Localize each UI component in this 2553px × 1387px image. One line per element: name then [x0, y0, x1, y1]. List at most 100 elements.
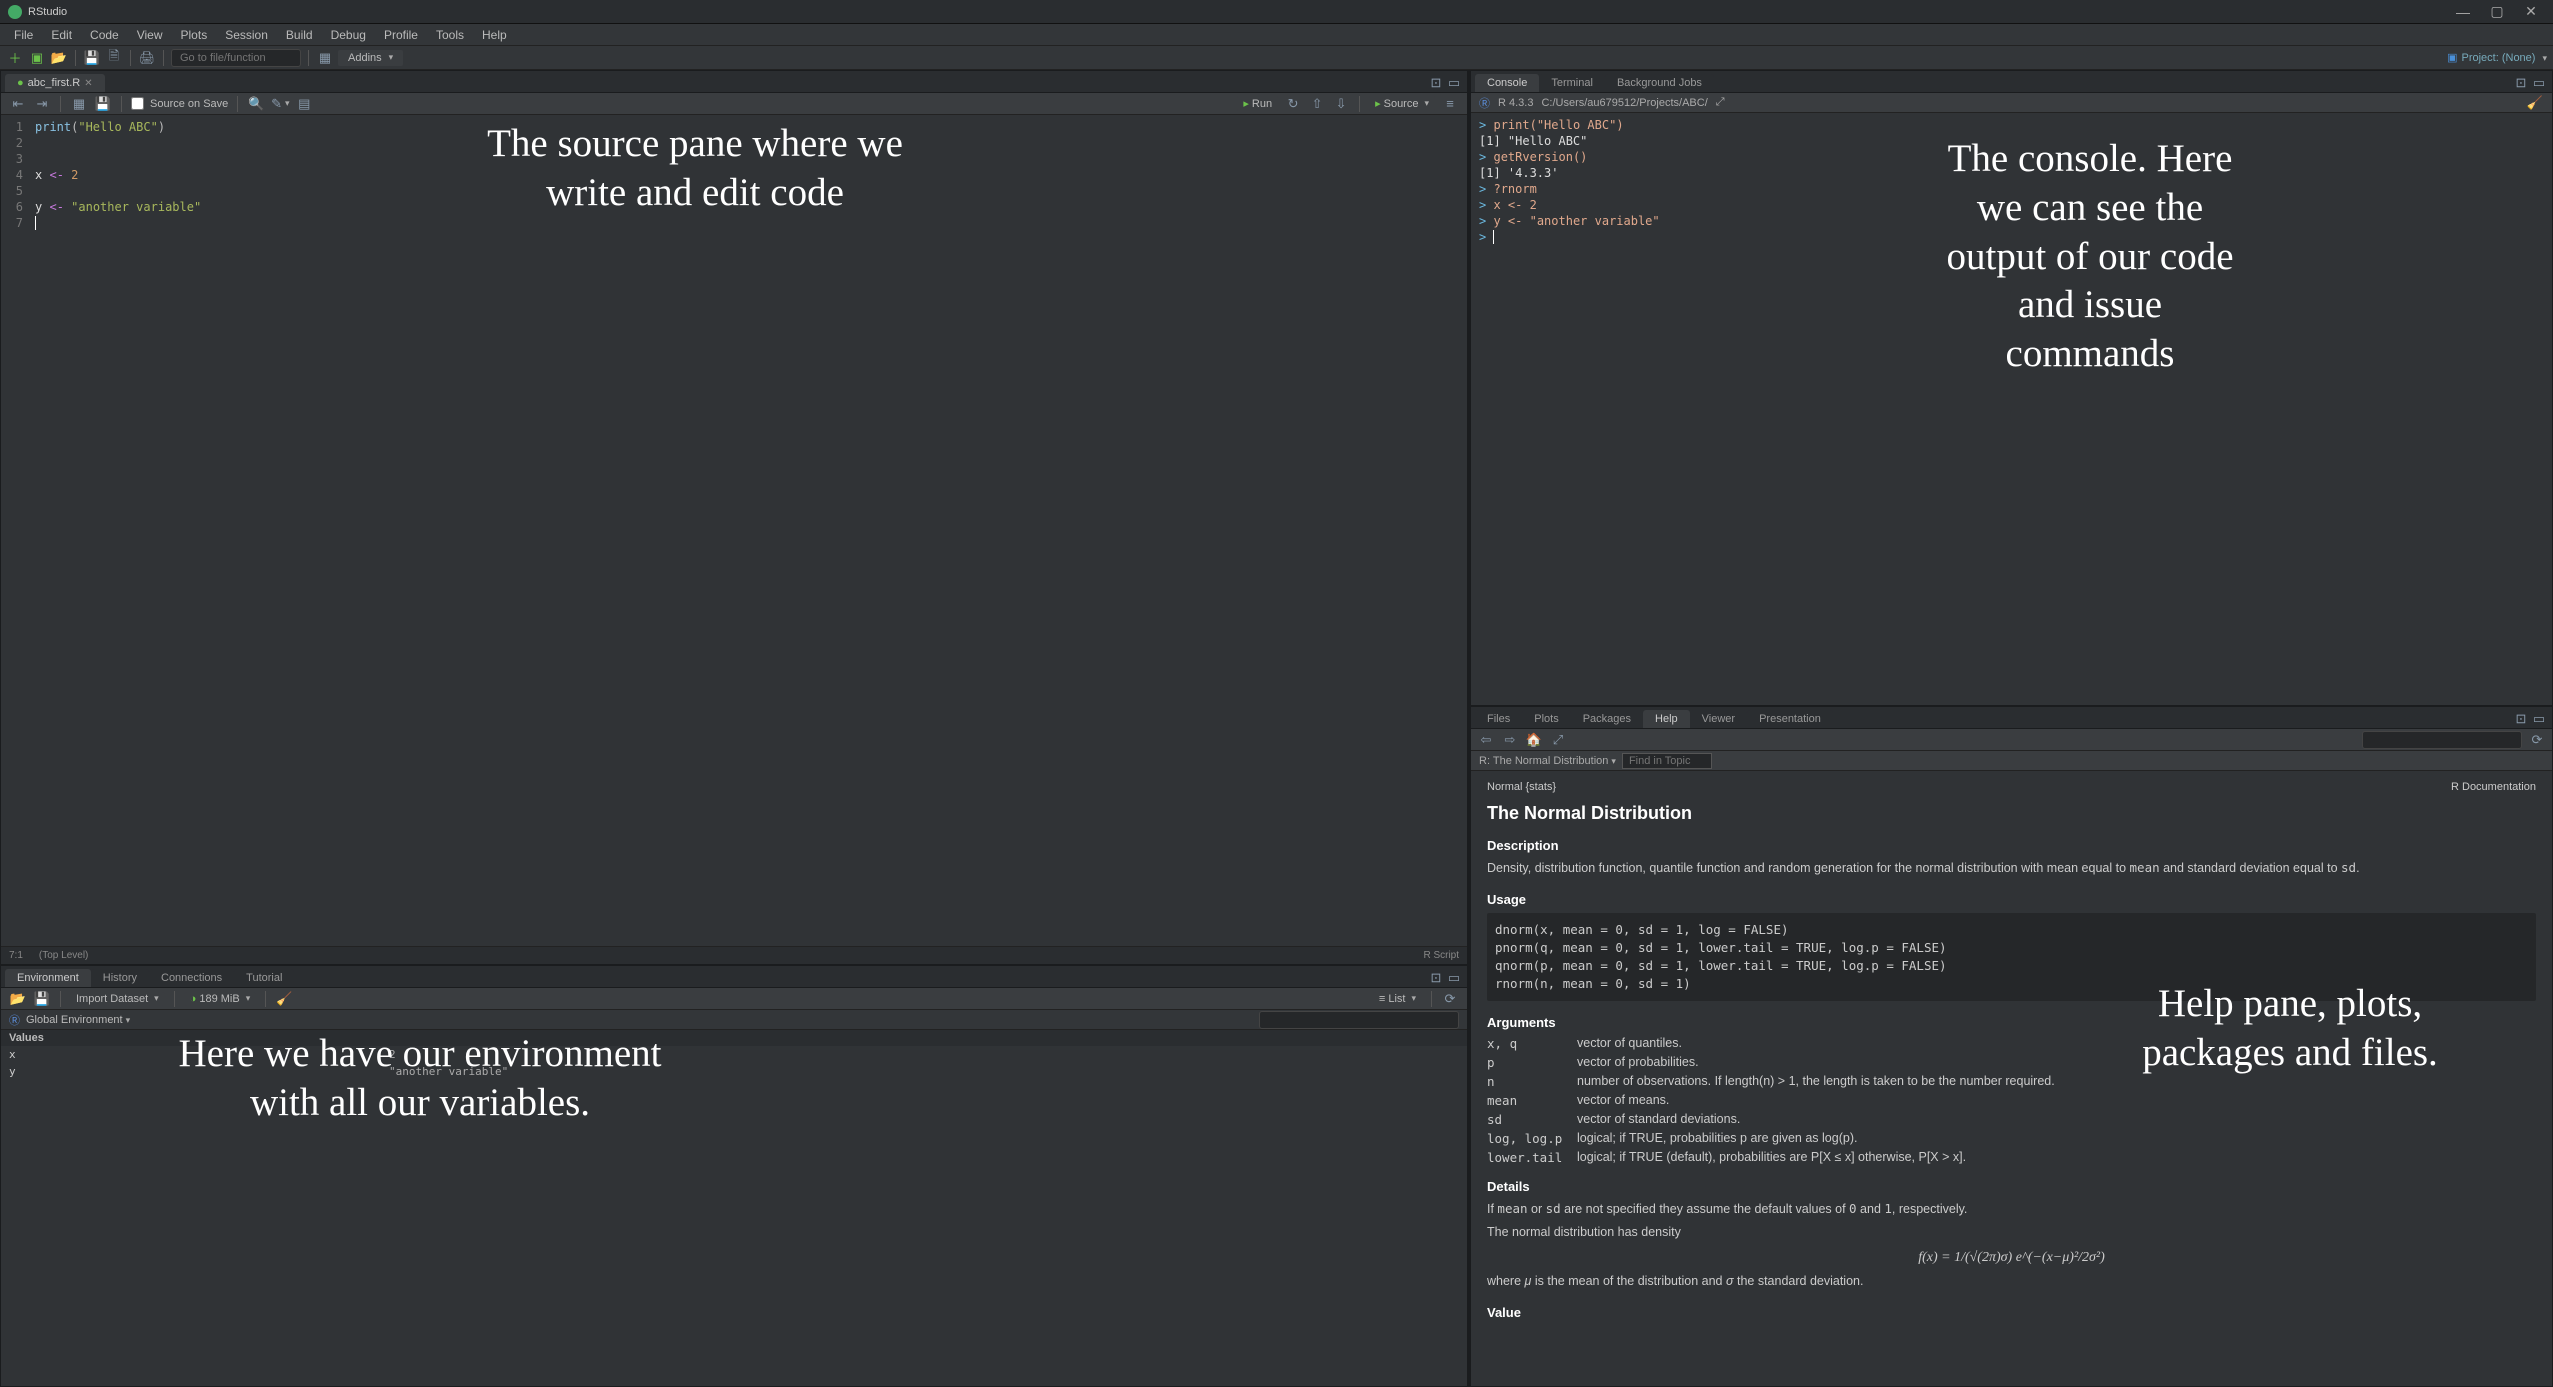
goto-file-input[interactable] [171, 49, 301, 67]
console-output[interactable]: > print("Hello ABC") [1] "Hello ABC" > g… [1471, 113, 2552, 705]
help-content[interactable]: Normal {stats} R Documentation The Norma… [1471, 771, 2552, 1386]
help-refresh-icon[interactable]: ⟳ [2528, 731, 2546, 749]
pane-collapse-icon[interactable]: ▭ [2530, 74, 2548, 92]
popout-icon[interactable]: ⤢ [1716, 96, 1725, 109]
minimize-button[interactable]: — [2457, 6, 2469, 18]
pane-zoom-icon[interactable]: ⊡ [2512, 710, 2530, 728]
menu-plots[interactable]: Plots [173, 26, 216, 44]
code-editor[interactable]: 1 2 3 4 5 6 7 print("Hello ABC") x <- 2 … [1, 115, 1467, 946]
txt: are not specified they assume the defaul… [1561, 1202, 1849, 1216]
tab-background-jobs[interactable]: Background Jobs [1605, 74, 1714, 92]
txt: the standard deviation. [1734, 1274, 1864, 1288]
help-crumb[interactable]: R: The Normal Distribution [1479, 755, 1616, 767]
details-p1: If mean or sd are not specified they ass… [1487, 1200, 2536, 1219]
menu-build[interactable]: Build [278, 26, 321, 44]
tab-tutorial[interactable]: Tutorial [234, 969, 294, 987]
broom-icon[interactable]: 🧹 [275, 990, 293, 1008]
pane-collapse-icon[interactable]: ▭ [2530, 710, 2548, 728]
menu-tools[interactable]: Tools [428, 26, 472, 44]
menu-profile[interactable]: Profile [376, 26, 426, 44]
save-workspace-icon[interactable]: 💾 [33, 990, 51, 1008]
tab-help[interactable]: Help [1643, 710, 1690, 728]
pane-collapse-icon[interactable]: ▭ [1445, 74, 1463, 92]
scope-select[interactable]: Global Environment [26, 1014, 130, 1026]
tok: <- [49, 168, 63, 182]
tok: x [35, 168, 42, 182]
save-all-icon[interactable]: 🗎 [105, 49, 123, 67]
help-forward-icon[interactable]: ⇨ [1501, 731, 1519, 749]
go-down-icon[interactable]: ⇩ [1332, 95, 1350, 113]
help-home-icon[interactable]: 🏠 [1525, 731, 1543, 749]
scope-label[interactable]: (Top Level) [39, 950, 88, 961]
wand-icon[interactable]: ✎ [271, 95, 289, 113]
menu-view[interactable]: View [129, 26, 171, 44]
code-inline: mean [1497, 1201, 1527, 1216]
menu-file[interactable]: File [6, 26, 41, 44]
menu-session[interactable]: Session [217, 26, 276, 44]
source-menu-button[interactable]: ▸ Source [1369, 96, 1435, 111]
go-up-icon[interactable]: ⇧ [1308, 95, 1326, 113]
open-file-icon[interactable]: 📂 [50, 49, 68, 67]
compile-icon[interactable]: ▤ [295, 95, 313, 113]
pane-collapse-icon[interactable]: ▭ [1445, 969, 1463, 987]
help-search-input[interactable] [2362, 731, 2522, 749]
pane-zoom-icon[interactable]: ⊡ [1427, 969, 1445, 987]
env-search-input[interactable] [1259, 1011, 1459, 1029]
rerun-icon[interactable]: ↻ [1284, 95, 1302, 113]
outline-icon[interactable]: ≡ [1441, 95, 1459, 113]
source-menu-label: Source [1384, 98, 1419, 110]
pane-zoom-icon[interactable]: ⊡ [1427, 74, 1445, 92]
menu-edit[interactable]: Edit [43, 26, 80, 44]
tab-presentation[interactable]: Presentation [1747, 710, 1833, 728]
env-row[interactable]: y "another variable" [1, 1063, 1467, 1080]
arg-desc: vector of means. [1577, 1093, 2536, 1108]
pane-zoom-icon[interactable]: ⊡ [2512, 74, 2530, 92]
print-icon[interactable]: 🖨 [138, 49, 156, 67]
tab-plots-right[interactable]: Plots [1522, 710, 1570, 728]
save-file-icon[interactable]: 💾 [94, 95, 112, 113]
project-button[interactable]: ▣ Project: (None) [2447, 51, 2547, 64]
load-icon[interactable]: 📂 [9, 990, 27, 1008]
new-file-icon[interactable]: ＋ [6, 49, 24, 67]
tab-viewer[interactable]: Viewer [1690, 710, 1747, 728]
show-in-new-icon[interactable]: ▦ [70, 95, 88, 113]
run-button[interactable]: ▸ Run [1237, 96, 1278, 111]
tab-environment[interactable]: Environment [5, 969, 91, 987]
grid-icon[interactable]: ▦ [316, 49, 334, 67]
code-area[interactable]: print("Hello ABC") x <- 2 y <- "another … [29, 115, 1467, 946]
help-back-icon[interactable]: ⇦ [1477, 731, 1495, 749]
view-mode-button[interactable]: ≡ List [1373, 992, 1422, 1006]
tab-console[interactable]: Console [1475, 74, 1539, 92]
tab-files[interactable]: Files [1475, 710, 1522, 728]
lang-label: R Script [1423, 950, 1459, 961]
tab-terminal[interactable]: Terminal [1539, 74, 1605, 92]
find-replace-icon[interactable]: 🔍 [247, 95, 265, 113]
r-logo-icon: Ⓡ [1479, 95, 1490, 111]
project-icon: ▣ [2447, 51, 2457, 64]
code-inline: sd [2341, 860, 2356, 875]
source-on-save-checkbox[interactable] [131, 97, 144, 110]
close-tab-icon[interactable]: ✕ [84, 78, 92, 89]
menu-debug[interactable]: Debug [323, 26, 374, 44]
find-in-topic-input[interactable] [1622, 753, 1712, 769]
forward-icon[interactable]: ⇥ [33, 95, 51, 113]
clear-console-icon[interactable]: 🧹 [2526, 94, 2544, 112]
menu-help[interactable]: Help [474, 26, 515, 44]
console-line: [1] '4.3.3' [1479, 165, 2544, 181]
tab-packages[interactable]: Packages [1571, 710, 1643, 728]
addins-button[interactable]: Addins [338, 50, 403, 66]
maximize-button[interactable]: ▢ [2491, 6, 2503, 18]
source-tab[interactable]: ● abc_first.R ✕ [5, 74, 105, 92]
tab-history[interactable]: History [91, 969, 149, 987]
tab-connections[interactable]: Connections [149, 969, 234, 987]
new-project-icon[interactable]: ▣ [28, 49, 46, 67]
refresh-icon[interactable]: ⟳ [1441, 990, 1459, 1008]
env-row[interactable]: x 2 [1, 1046, 1467, 1063]
memory-button[interactable]: ◑189 MiB [184, 992, 257, 1006]
menu-code[interactable]: Code [82, 26, 127, 44]
import-dataset-button[interactable]: Import Dataset [70, 992, 165, 1006]
close-button[interactable]: ✕ [2525, 6, 2537, 18]
help-popout-icon[interactable]: ⤢ [1549, 731, 1567, 749]
save-icon[interactable]: 💾 [83, 49, 101, 67]
back-icon[interactable]: ⇤ [9, 95, 27, 113]
